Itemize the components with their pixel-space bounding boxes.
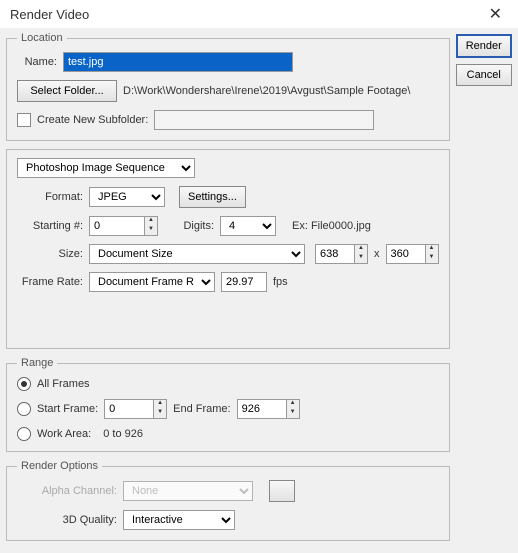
location-group: Location Name: Select Folder... D:\Work\… bbox=[6, 32, 450, 141]
preset-select[interactable]: Photoshop Image Sequence bbox=[17, 158, 195, 178]
quality-select[interactable]: Interactive bbox=[123, 510, 235, 530]
framerate-preset-select[interactable]: Document Frame Rate bbox=[89, 272, 215, 292]
alpha-channel-label: Alpha Channel: bbox=[17, 485, 117, 497]
name-input[interactable] bbox=[63, 52, 293, 72]
filename-example: Ex: File0000.jpg bbox=[292, 220, 371, 232]
fps-label: fps bbox=[273, 276, 288, 288]
work-area-radio[interactable] bbox=[17, 427, 31, 441]
digits-select[interactable]: 4 bbox=[220, 216, 276, 236]
chevron-down-icon[interactable]: ▼ bbox=[426, 254, 438, 263]
work-area-label: Work Area: bbox=[37, 428, 91, 440]
chevron-up-icon[interactable]: ▲ bbox=[287, 400, 299, 409]
range-legend: Range bbox=[17, 357, 57, 369]
start-frame-label: Start Frame: bbox=[37, 403, 98, 415]
end-frame-input[interactable]: ▲▼ bbox=[237, 399, 300, 419]
alpha-picker-button bbox=[269, 480, 295, 502]
create-subfolder-checkbox[interactable] bbox=[17, 113, 31, 127]
format-select[interactable]: JPEG bbox=[89, 187, 165, 207]
end-frame-label: End Frame: bbox=[173, 403, 230, 415]
starting-label: Starting #: bbox=[17, 220, 83, 232]
cancel-button[interactable]: Cancel bbox=[456, 64, 513, 86]
window-title: Render Video bbox=[10, 7, 89, 22]
size-preset-select[interactable]: Document Size bbox=[89, 244, 305, 264]
settings-button[interactable]: Settings... bbox=[179, 186, 246, 208]
chevron-down-icon[interactable]: ▼ bbox=[355, 254, 367, 263]
chevron-down-icon[interactable]: ▼ bbox=[287, 409, 299, 418]
width-input[interactable]: ▲▼ bbox=[315, 244, 368, 264]
starting-input[interactable]: ▲▼ bbox=[89, 216, 158, 236]
work-area-value: 0 to 926 bbox=[103, 428, 143, 440]
start-frame-radio[interactable] bbox=[17, 402, 31, 416]
name-label: Name: bbox=[17, 56, 57, 68]
chevron-up-icon[interactable]: ▲ bbox=[145, 217, 157, 226]
render-options-group: Render Options Alpha Channel: None 3D Qu… bbox=[6, 460, 450, 541]
alpha-channel-select: None bbox=[123, 481, 253, 501]
chevron-up-icon[interactable]: ▲ bbox=[355, 245, 367, 254]
all-frames-label: All Frames bbox=[37, 378, 90, 390]
quality-label: 3D Quality: bbox=[17, 514, 117, 526]
select-folder-button[interactable]: Select Folder... bbox=[17, 80, 117, 102]
encode-group: Photoshop Image Sequence Format: JPEG Se… bbox=[6, 149, 450, 349]
format-label: Format: bbox=[17, 191, 83, 203]
subfolder-input[interactable] bbox=[154, 110, 374, 130]
render-button[interactable]: Render bbox=[456, 34, 513, 58]
close-icon[interactable]: ✕ bbox=[483, 4, 508, 24]
create-subfolder-label: Create New Subfolder: bbox=[37, 114, 148, 126]
height-input[interactable]: ▲▼ bbox=[386, 244, 439, 264]
all-frames-radio[interactable] bbox=[17, 377, 31, 391]
render-options-legend: Render Options bbox=[17, 460, 102, 472]
x-label: x bbox=[374, 248, 380, 260]
chevron-down-icon[interactable]: ▼ bbox=[154, 409, 166, 418]
digits-label: Digits: bbox=[174, 220, 214, 232]
size-label: Size: bbox=[17, 248, 83, 260]
chevron-up-icon[interactable]: ▲ bbox=[154, 400, 166, 409]
framerate-label: Frame Rate: bbox=[17, 276, 83, 288]
folder-path: D:\Work\Wondershare\Irene\2019\Avgust\Sa… bbox=[123, 85, 410, 97]
titlebar: Render Video ✕ bbox=[0, 0, 518, 28]
chevron-down-icon[interactable]: ▼ bbox=[145, 226, 157, 235]
location-legend: Location bbox=[17, 32, 67, 44]
framerate-input[interactable] bbox=[221, 272, 267, 292]
chevron-up-icon[interactable]: ▲ bbox=[426, 245, 438, 254]
start-frame-input[interactable]: ▲▼ bbox=[104, 399, 167, 419]
range-group: Range All Frames Start Frame: ▲▼ End Fra… bbox=[6, 357, 450, 452]
